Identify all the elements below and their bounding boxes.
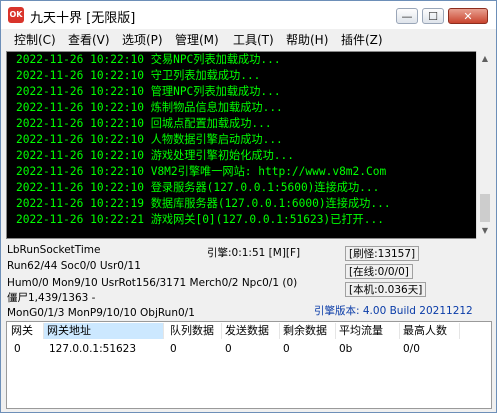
scroll-thumb[interactable] (480, 194, 490, 222)
log-line: 2022-11-26 10:22:19 数据库服务器(127.0.0.1:600… (16, 197, 391, 210)
log-line: 2022-11-26 10:22:10 守卫列表加载成功... (16, 69, 261, 82)
status-socket-time: LbRunSocketTime (7, 244, 101, 256)
menu-tools[interactable]: 工具(T) (233, 32, 274, 48)
status-mon: MonG0/1/3 MonP9/10/10 ObjRun0/1 (7, 307, 195, 319)
log-line: 2022-11-26 10:22:21 游戏网关[0](127.0.0.1:51… (16, 213, 384, 226)
menu-control[interactable]: 控制(C) (14, 32, 56, 48)
title-bar[interactable]: OK 九天十界 [无限版] — ☐ ✕ (1, 1, 496, 29)
engine-version: 引擎版本: 4.00 Build 20211212 (314, 305, 473, 317)
status-run: Run62/44 Soc0/0 Usr0/11 (7, 260, 141, 272)
log-line: 2022-11-26 10:22:10 管理NPC列表加载成功... (16, 85, 281, 98)
maximize-button[interactable]: ☐ (422, 8, 444, 24)
log-console[interactable]: 2022-11-26 10:22:10 交易NPC列表加载成功... 2022-… (6, 51, 477, 239)
online-count: [在线:0/0/0] (345, 264, 413, 279)
cell-remaining: 0 (283, 343, 290, 355)
window-title: 九天十界 [无限版] (30, 11, 136, 26)
menu-view[interactable]: 查看(V) (68, 32, 110, 48)
cell-avg-traffic: 0b (339, 343, 353, 355)
cell-address: 127.0.0.1:51623 (49, 343, 137, 355)
main-window: OK 九天十界 [无限版] — ☐ ✕ 控制(C) 查看(V) 选项(P) 管理… (0, 0, 497, 413)
menu-bar: 控制(C) 查看(V) 选项(P) 管理(M) 工具(T) 帮助(H) 插件(Z… (1, 30, 496, 50)
log-line: 2022-11-26 10:22:10 V8M2引擎唯一网站: http://w… (16, 165, 387, 178)
scroll-down-arrow-icon[interactable]: ▼ (477, 223, 493, 239)
scroll-up-arrow-icon[interactable]: ▲ (477, 51, 493, 67)
app-logo-icon[interactable]: OK (8, 7, 24, 23)
column-header-address[interactable]: 网关地址 (44, 323, 164, 339)
log-scrollbar[interactable]: ▲ ▼ (476, 51, 493, 239)
column-header-avg-traffic[interactable]: 平均流量 (336, 323, 400, 339)
log-line: 2022-11-26 10:22:10 游戏处理引擎初始化成功... (16, 149, 294, 162)
column-header-queue[interactable]: 队列数据 (167, 323, 222, 339)
column-header-max-users[interactable]: 最高人数 (400, 323, 460, 339)
column-header-gateway[interactable]: 网关 (8, 323, 44, 339)
log-line: 2022-11-26 10:22:10 回城点配置加载成功... (16, 117, 272, 130)
cell-sent: 0 (225, 343, 232, 355)
cell-max-users: 0/0 (403, 343, 420, 355)
local-uptime: [本机:0.036天] (345, 282, 427, 297)
column-header-remaining[interactable]: 剩余数据 (280, 323, 336, 339)
menu-manage[interactable]: 管理(M) (175, 32, 219, 48)
gateway-table[interactable]: 网关 网关地址 队列数据 发送数据 剩余数据 平均流量 最高人数 0 127.0… (6, 321, 492, 409)
status-hum: Hum0/0 Mon9/10 UsrRot156/3171 Merch0/2 N… (7, 277, 298, 289)
cell-gateway: 0 (14, 343, 21, 355)
menu-plugins[interactable]: 插件(Z) (341, 32, 383, 48)
menu-options[interactable]: 选项(P) (122, 32, 163, 48)
log-line: 2022-11-26 10:22:10 交易NPC列表加载成功... (16, 53, 281, 66)
cell-queue: 0 (170, 343, 177, 355)
log-line: 2022-11-26 10:22:10 人物数据引擎启动成功... (16, 133, 283, 146)
menu-help[interactable]: 帮助(H) (286, 32, 328, 48)
column-header-sent[interactable]: 发送数据 (222, 323, 280, 339)
refresh-monster-count: [刷怪:13157] (345, 246, 420, 261)
log-line: 2022-11-26 10:22:10 登录服务器(127.0.0.1:5600… (16, 181, 380, 194)
minimize-button[interactable]: — (396, 8, 418, 24)
close-button[interactable]: ✕ (448, 8, 488, 24)
log-line: 2022-11-26 10:22:10 炼制物品信息加载成功... (16, 101, 283, 114)
status-zombie: 僵尸1,439/1363 - (7, 292, 96, 304)
engine-uptime: 引擎:0:1:51 [M][F] (207, 247, 301, 259)
